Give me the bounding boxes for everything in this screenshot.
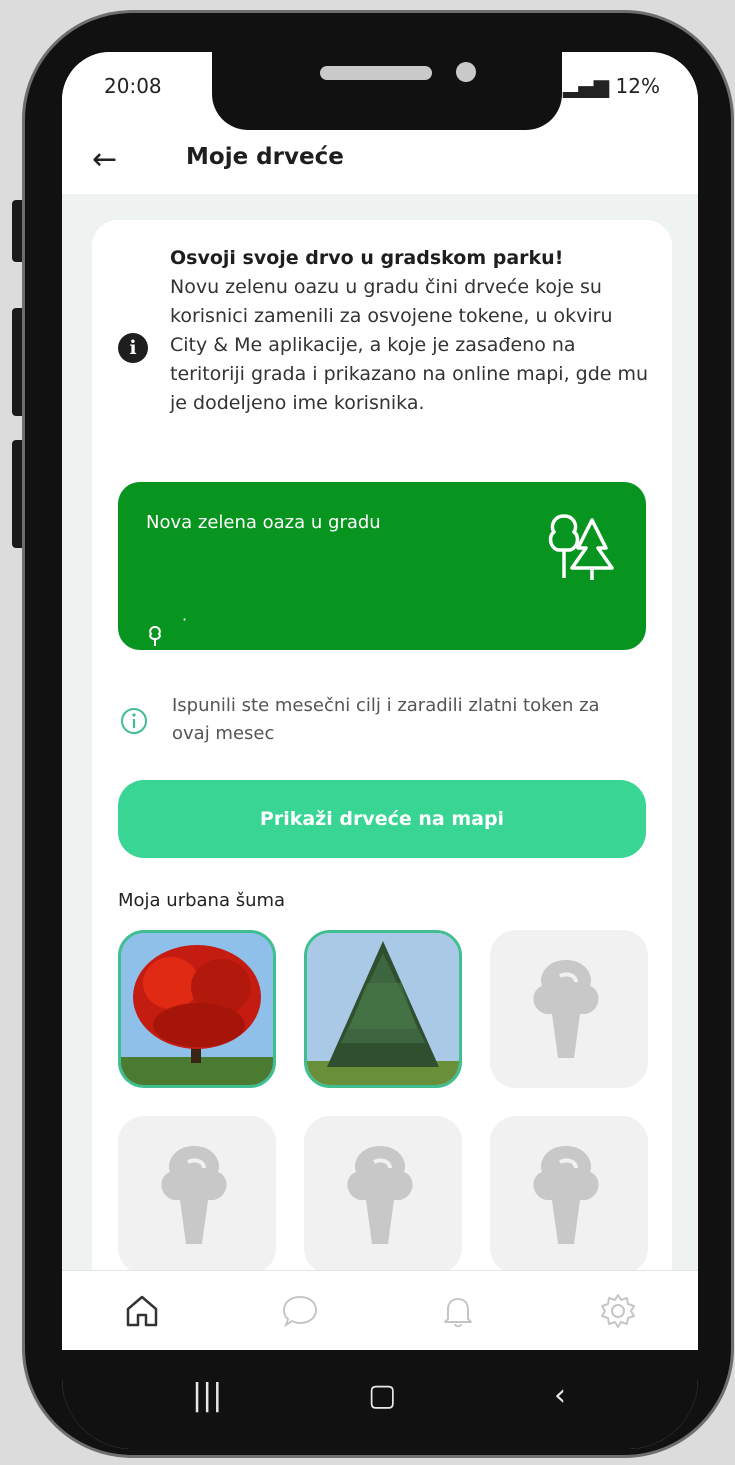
- speaker-grille: [320, 66, 432, 80]
- home-icon[interactable]: [122, 1291, 162, 1331]
- trees-card: i Osvoji svoje drvo u gradskom parku! No…: [92, 220, 672, 1420]
- tree-placeholder-slot[interactable]: [118, 1116, 276, 1274]
- show-trees-map-button[interactable]: Prikaži drveće na mapi: [118, 780, 646, 858]
- monthly-goal-note: Ispunili ste mesečni cilj i zaradili zla…: [172, 695, 600, 744]
- info-circle-icon: [121, 708, 147, 734]
- status-time: 20:08: [104, 74, 162, 98]
- tree-placeholder-icon: [533, 960, 599, 1058]
- bell-icon[interactable]: [438, 1291, 478, 1331]
- bottom-navigation: [62, 1270, 698, 1351]
- tree-placeholder-slot[interactable]: [490, 1116, 648, 1274]
- red-maple-photo[interactable]: [118, 930, 276, 1088]
- sprout-icon: [149, 625, 161, 646]
- intro-text-block: Osvoji svoje drvo u gradskom parku! Novu…: [170, 244, 650, 418]
- recent-apps-icon[interactable]: |||: [192, 1378, 222, 1413]
- info-icon: i: [118, 333, 148, 363]
- banner-title: Nova zelena oaza u gradu: [146, 512, 381, 533]
- camera-notch: [212, 52, 562, 130]
- home-circle-icon[interactable]: ▢: [368, 1378, 396, 1413]
- green-oasis-banner[interactable]: Nova zelena oaza u gradu ·: [118, 482, 646, 650]
- gear-icon[interactable]: [598, 1291, 638, 1331]
- signal-icon: ▂▄▆: [563, 74, 610, 98]
- status-indicators: ▂▄▆ 12%: [563, 74, 660, 98]
- app-header: ← Moje drveće: [62, 132, 698, 194]
- trees-icon: [548, 514, 614, 580]
- back-chevron-icon[interactable]: ‹: [554, 1378, 566, 1413]
- chat-icon[interactable]: [280, 1291, 320, 1331]
- page-title: Moje drveće: [186, 144, 344, 170]
- urban-forest-title: Moja urbana šuma: [118, 890, 286, 911]
- tree-count-value: ·: [182, 610, 188, 629]
- battery-level: 12%: [615, 74, 660, 98]
- back-arrow-icon[interactable]: ←: [92, 142, 117, 177]
- tree-placeholder-slot[interactable]: [304, 1116, 462, 1274]
- tree-placeholder-icon: [161, 1146, 227, 1244]
- intro-title: Osvoji svoje drvo u gradskom parku!: [170, 247, 564, 269]
- tree-placeholder-icon: [533, 1146, 599, 1244]
- app-screen: 20:08 ▂▄▆ 12% ← Moje drveće i Osvoji svo…: [62, 52, 698, 1449]
- intro-description: Novu zelenu oazu u gradu čini drveće koj…: [170, 276, 649, 414]
- front-camera: [456, 62, 476, 82]
- tree-placeholder-icon: [347, 1146, 413, 1244]
- pine-tree-photo[interactable]: [304, 930, 462, 1088]
- tree-placeholder-slot[interactable]: [490, 930, 648, 1088]
- system-navigation-bar: ||| ▢ ‹: [62, 1350, 698, 1449]
